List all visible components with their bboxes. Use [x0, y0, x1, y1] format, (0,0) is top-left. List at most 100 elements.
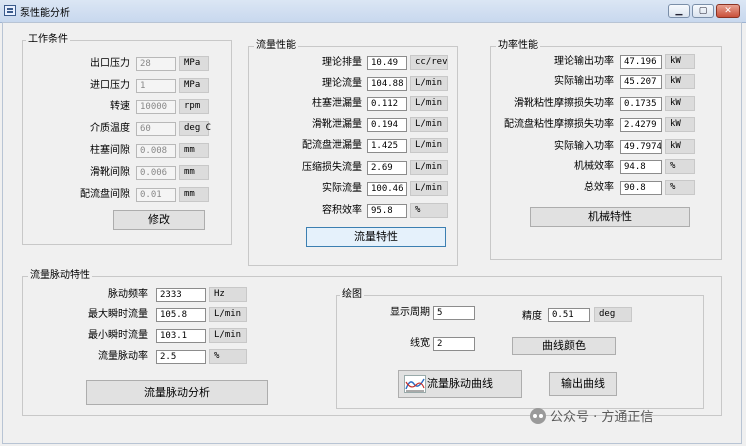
slipper-leakage-unit: L/min	[410, 117, 448, 132]
piston-leakage-value: 0.112	[367, 97, 407, 111]
slipper-clearance-unit: mm	[179, 165, 209, 180]
flow-pulsation-rate-unit: %	[209, 349, 247, 364]
pulsation-frequency-value: 2333	[156, 288, 206, 302]
total-efficiency-value: 90.8	[620, 181, 662, 195]
piston-leakage-label: 柱塞泄漏量	[312, 98, 362, 109]
outlet-pressure-label: 出口压力	[90, 58, 130, 69]
close-button[interactable]: ✕	[716, 4, 740, 18]
slipper-leakage-value: 0.194	[367, 118, 407, 132]
flow-characteristics-button[interactable]: 流量特性	[306, 227, 446, 247]
outlet-pressure-input[interactable]: 28	[136, 57, 176, 71]
speed-input[interactable]: 10000	[136, 100, 176, 114]
minimize-button[interactable]: ▁	[668, 4, 690, 18]
mechanical-efficiency-label: 机械效率	[574, 161, 614, 172]
valve-plate-leakage-unit: L/min	[410, 138, 448, 153]
chart-icon	[404, 375, 426, 393]
theoretical-flow-label: 理论流量	[322, 78, 362, 89]
export-curve-button[interactable]: 输出曲线	[549, 372, 617, 396]
valve-plate-friction-loss-value: 2.4279	[620, 118, 662, 132]
inlet-pressure-input[interactable]: 1	[136, 79, 176, 93]
max-instant-flow-value: 105.8	[156, 308, 206, 322]
medium-temperature-unit: deg C	[179, 121, 211, 136]
volumetric-efficiency-unit: %	[410, 203, 448, 218]
actual-input-power-unit: kW	[665, 139, 695, 154]
slipper-clearance-label: 滑靴间隙	[90, 167, 130, 178]
volumetric-efficiency-value: 95.8	[367, 204, 407, 218]
precision-label: 精度	[522, 311, 542, 322]
actual-output-power-value: 45.207	[620, 75, 662, 89]
mechanical-efficiency-value: 94.8	[620, 160, 662, 174]
display-period-label: 显示周期	[390, 307, 430, 318]
compression-loss-flow-label: 压缩损失流量	[302, 162, 362, 173]
watermark-text: 公众号 · 方通正信	[550, 410, 654, 425]
window-title: 泵性能分析	[20, 8, 70, 19]
total-efficiency-label: 总效率	[584, 182, 614, 193]
power-performance-legend: 功率性能	[496, 40, 540, 52]
actual-output-power-label: 实际输出功率	[554, 76, 614, 87]
slipper-leakage-label: 滑靴泄漏量	[312, 119, 362, 130]
flow-performance-legend: 流量性能	[254, 40, 298, 52]
valve-plate-friction-loss-unit: kW	[665, 117, 695, 132]
display-period-input[interactable]: 5	[433, 306, 475, 320]
slipper-friction-loss-value: 0.1735	[620, 97, 662, 111]
min-instant-flow-value: 103.1	[156, 329, 206, 343]
medium-temperature-label: 介质温度	[90, 123, 130, 134]
piston-clearance-input[interactable]: 0.008	[136, 144, 176, 158]
line-width-label: 线宽	[410, 338, 430, 349]
precision-input[interactable]: 0.51	[548, 308, 590, 322]
slipper-friction-loss-label: 滑靴粘性摩擦损失功率	[514, 98, 614, 109]
compression-loss-flow-unit: L/min	[410, 160, 448, 175]
valve-plate-clearance-input[interactable]: 0.01	[136, 188, 176, 202]
pulsation-frequency-label: 脉动频率	[108, 289, 148, 300]
slipper-friction-loss-unit: kW	[665, 96, 695, 111]
theoretical-displacement-label: 理论排量	[322, 57, 362, 68]
actual-output-power-unit: kW	[665, 74, 695, 89]
wechat-icon	[530, 408, 546, 424]
medium-temperature-input[interactable]: 60	[136, 122, 176, 136]
piston-leakage-unit: L/min	[410, 96, 448, 111]
plot-legend: 绘图	[340, 289, 364, 301]
mechanical-efficiency-unit: %	[665, 159, 695, 174]
slipper-clearance-input[interactable]: 0.006	[136, 166, 176, 180]
actual-flow-value: 100.46	[367, 182, 407, 196]
actual-input-power-value: 49.7974	[620, 140, 662, 154]
speed-label: 转速	[110, 101, 130, 112]
valve-plate-friction-loss-label: 配流盘粘性摩擦损失功率	[504, 119, 614, 130]
max-instant-flow-label: 最大瞬时流量	[88, 309, 148, 320]
flow-pulsation-curve-label: 流量脉动曲线	[427, 377, 493, 390]
work-conditions-legend: 工作条件	[26, 34, 70, 46]
watermark: 公众号 · 方通正信	[530, 406, 653, 425]
valve-plate-clearance-unit: mm	[179, 187, 209, 202]
modify-button[interactable]: 修改	[113, 210, 205, 230]
theoretical-output-power-unit: kW	[665, 54, 695, 69]
inlet-pressure-label: 进口压力	[90, 80, 130, 91]
piston-clearance-label: 柱塞间隙	[90, 145, 130, 156]
valve-plate-leakage-value: 1.425	[367, 139, 407, 153]
volumetric-efficiency-label: 容积效率	[322, 205, 362, 216]
theoretical-flow-value: 104.88	[367, 77, 407, 91]
precision-unit: deg	[594, 307, 632, 322]
theoretical-output-power-value: 47.196	[620, 55, 662, 69]
maximize-button[interactable]: ▢	[692, 4, 714, 18]
pulsation-frequency-unit: Hz	[209, 287, 247, 302]
actual-flow-label: 实际流量	[322, 183, 362, 194]
min-instant-flow-unit: L/min	[209, 328, 247, 343]
line-width-input[interactable]: 2	[433, 337, 475, 351]
inlet-pressure-unit: MPa	[179, 78, 209, 93]
total-efficiency-unit: %	[665, 180, 695, 195]
app-icon	[4, 5, 16, 16]
outlet-pressure-unit: MPa	[179, 56, 209, 71]
mechanical-characteristics-button[interactable]: 机械特性	[530, 207, 690, 227]
theoretical-displacement-value: 10.49	[367, 56, 407, 70]
flow-pulsation-rate-value: 2.5	[156, 350, 206, 364]
chart-icon-graphic	[405, 378, 425, 392]
theoretical-output-power-label: 理论输出功率	[554, 56, 614, 67]
max-instant-flow-unit: L/min	[209, 307, 247, 322]
theoretical-displacement-unit: cc/rev	[410, 55, 448, 70]
theoretical-flow-unit: L/min	[410, 76, 448, 91]
flow-pulsation-analysis-button[interactable]: 流量脉动分析	[86, 380, 268, 405]
curve-color-button[interactable]: 曲线颜色	[512, 337, 616, 355]
actual-input-power-label: 实际输入功率	[554, 141, 614, 152]
speed-unit: rpm	[179, 99, 209, 114]
title-bar: 泵性能分析 ▁ ▢ ✕	[0, 0, 746, 23]
